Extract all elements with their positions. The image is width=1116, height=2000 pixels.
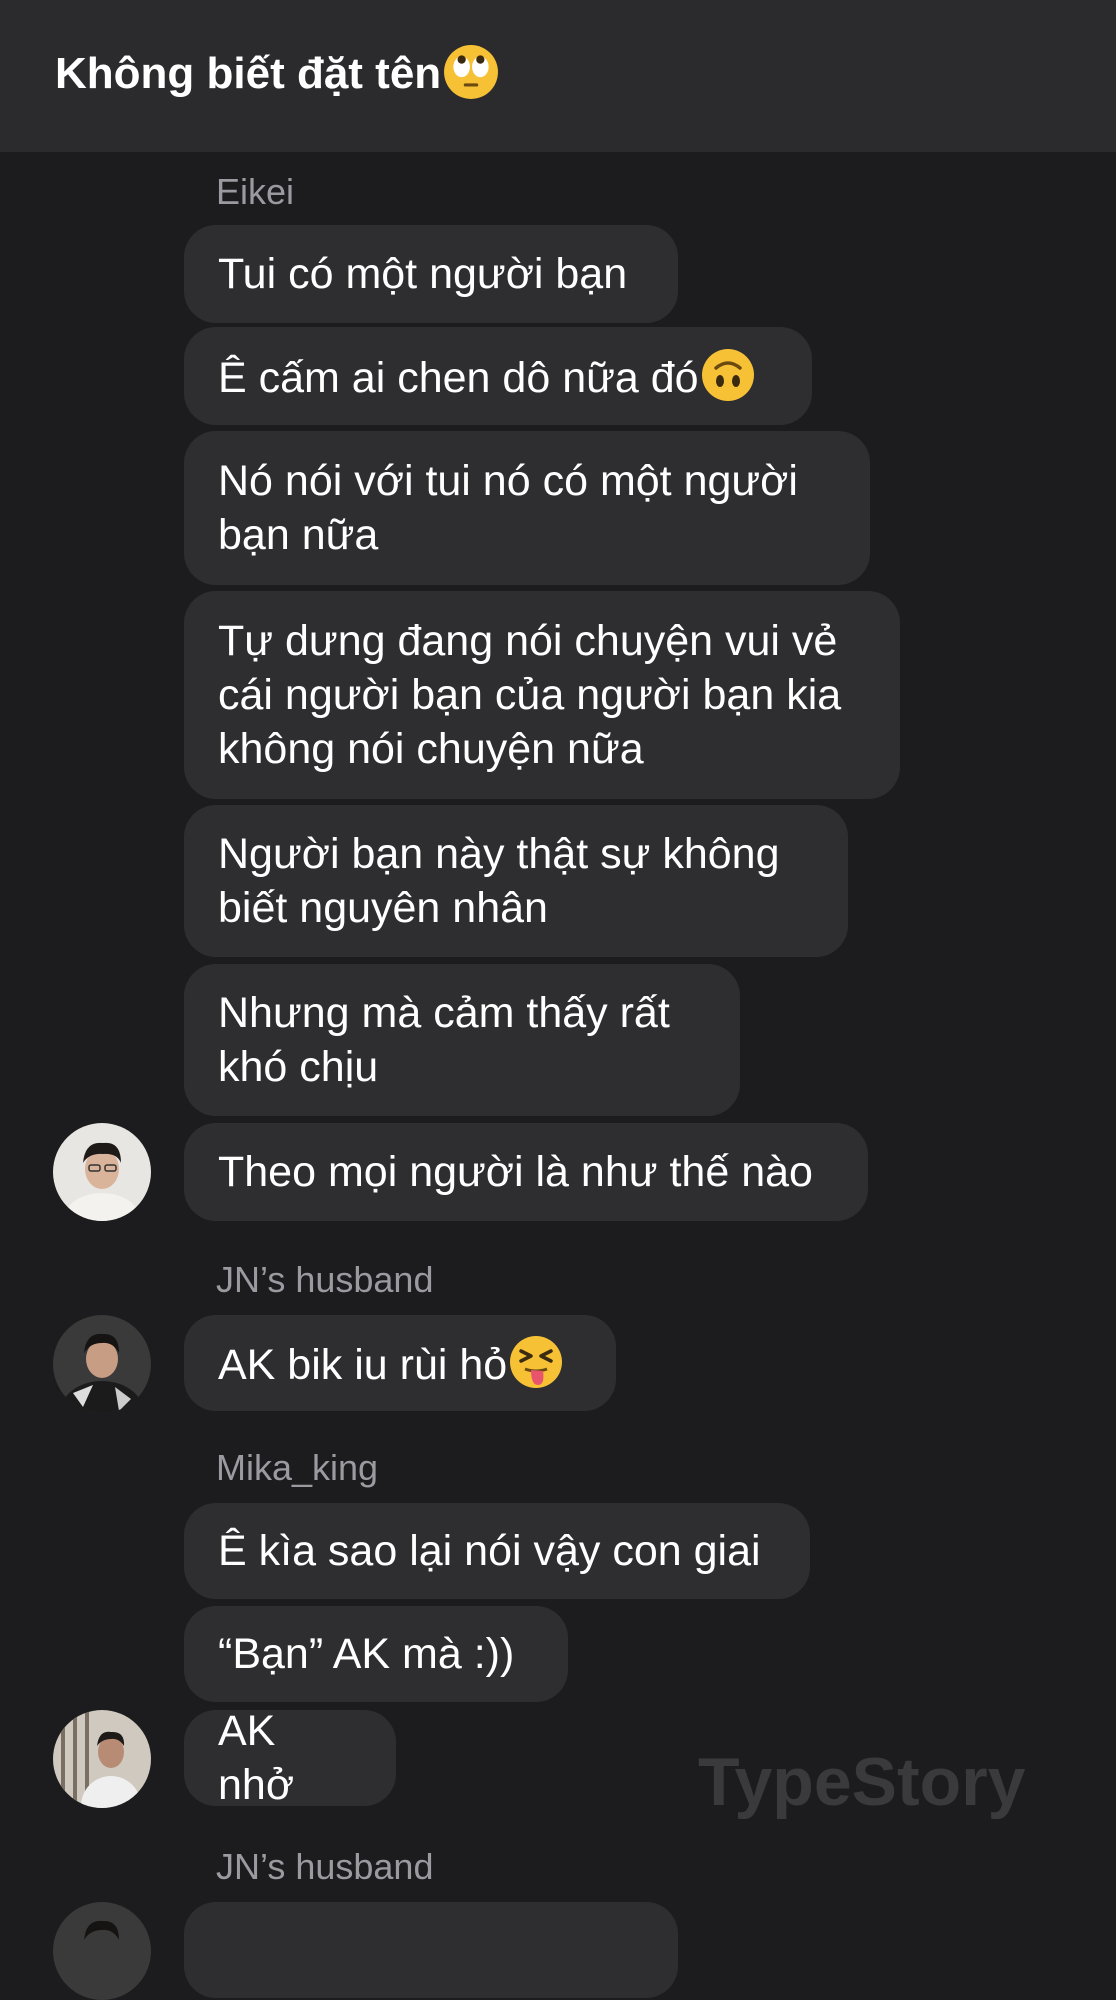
- upside-down-face-emoji-icon: [701, 348, 754, 401]
- person-avatar-icon: [53, 1123, 151, 1221]
- message-text: Tui có một người bạn: [218, 250, 628, 298]
- message-bubble[interactable]: AK bik iu rùi hỏ: [184, 1315, 616, 1411]
- message-bubble[interactable]: Người bạn này thật sự không biết nguyên …: [184, 805, 848, 957]
- person-avatar-icon: [53, 1710, 151, 1808]
- message-text: Tự dưng đang nói chuyện vui vẻ cái người…: [218, 617, 842, 773]
- watermark-logo: TypeStory: [698, 1744, 1026, 1820]
- message-text: AK nhở: [218, 1707, 295, 1809]
- chat-title-text: Không biết đặt tên: [55, 49, 442, 98]
- message-text: AK bik iu rùi hỏ: [218, 1335, 563, 1392]
- rolling-eyes-emoji-icon: [444, 45, 499, 99]
- message-bubble[interactable]: Theo mọi người là như thế nào: [184, 1123, 868, 1221]
- chat-header: Không biết đặt tên: [0, 0, 1116, 152]
- sender-name: Eikei: [216, 171, 295, 212]
- person-avatar-icon: [53, 1902, 151, 2000]
- avatar[interactable]: [53, 1315, 151, 1413]
- avatar[interactable]: [53, 1123, 151, 1221]
- message-bubble[interactable]: Tui có một người bạn: [184, 225, 678, 323]
- message-text: “Bạn” AK mà :)): [218, 1630, 515, 1678]
- message-text: Ê kìa sao lại nói vậy con giai: [218, 1527, 761, 1575]
- message-text: Theo mọi người là như thế nào: [218, 1148, 813, 1196]
- message-bubble[interactable]: AK nhở: [184, 1707, 396, 1809]
- message-bubble[interactable]: “Bạn” AK mà :)): [184, 1606, 568, 1702]
- message-text: Người bạn này thật sự không biết nguyên …: [218, 830, 780, 932]
- avatar[interactable]: [53, 1710, 151, 1808]
- avatar[interactable]: [53, 1902, 151, 2000]
- message-bubble[interactable]: Tự dưng đang nói chuyện vui vẻ cái người…: [184, 591, 900, 799]
- sender-name: JN’s husband: [216, 1846, 434, 1887]
- message-bubble[interactable]: Nhưng mà cảm thấy rất khó chịu: [184, 964, 740, 1116]
- message-bubble[interactable]: Nó nói với tui nó có một người bạn nữa: [184, 431, 870, 585]
- message-text: Nhưng mà cảm thấy rất khó chịu: [218, 989, 670, 1091]
- sender-name: Mika_king: [216, 1447, 379, 1488]
- chat-title[interactable]: Không biết đặt tên: [55, 44, 499, 102]
- message-text: Nó nói với tui nó có một người bạn nữa: [218, 457, 798, 559]
- person-avatar-icon: [53, 1315, 151, 1413]
- message-bubble-partial[interactable]: [184, 1902, 678, 1998]
- message-text: Ê cấm ai chen dô nữa đó: [218, 348, 755, 405]
- sender-name: JN’s husband: [216, 1259, 434, 1300]
- message-bubble[interactable]: Ê cấm ai chen dô nữa đó: [184, 327, 812, 425]
- message-bubble[interactable]: Ê kìa sao lại nói vậy con giai: [184, 1503, 810, 1599]
- squinting-tongue-emoji-icon: [510, 1335, 563, 1388]
